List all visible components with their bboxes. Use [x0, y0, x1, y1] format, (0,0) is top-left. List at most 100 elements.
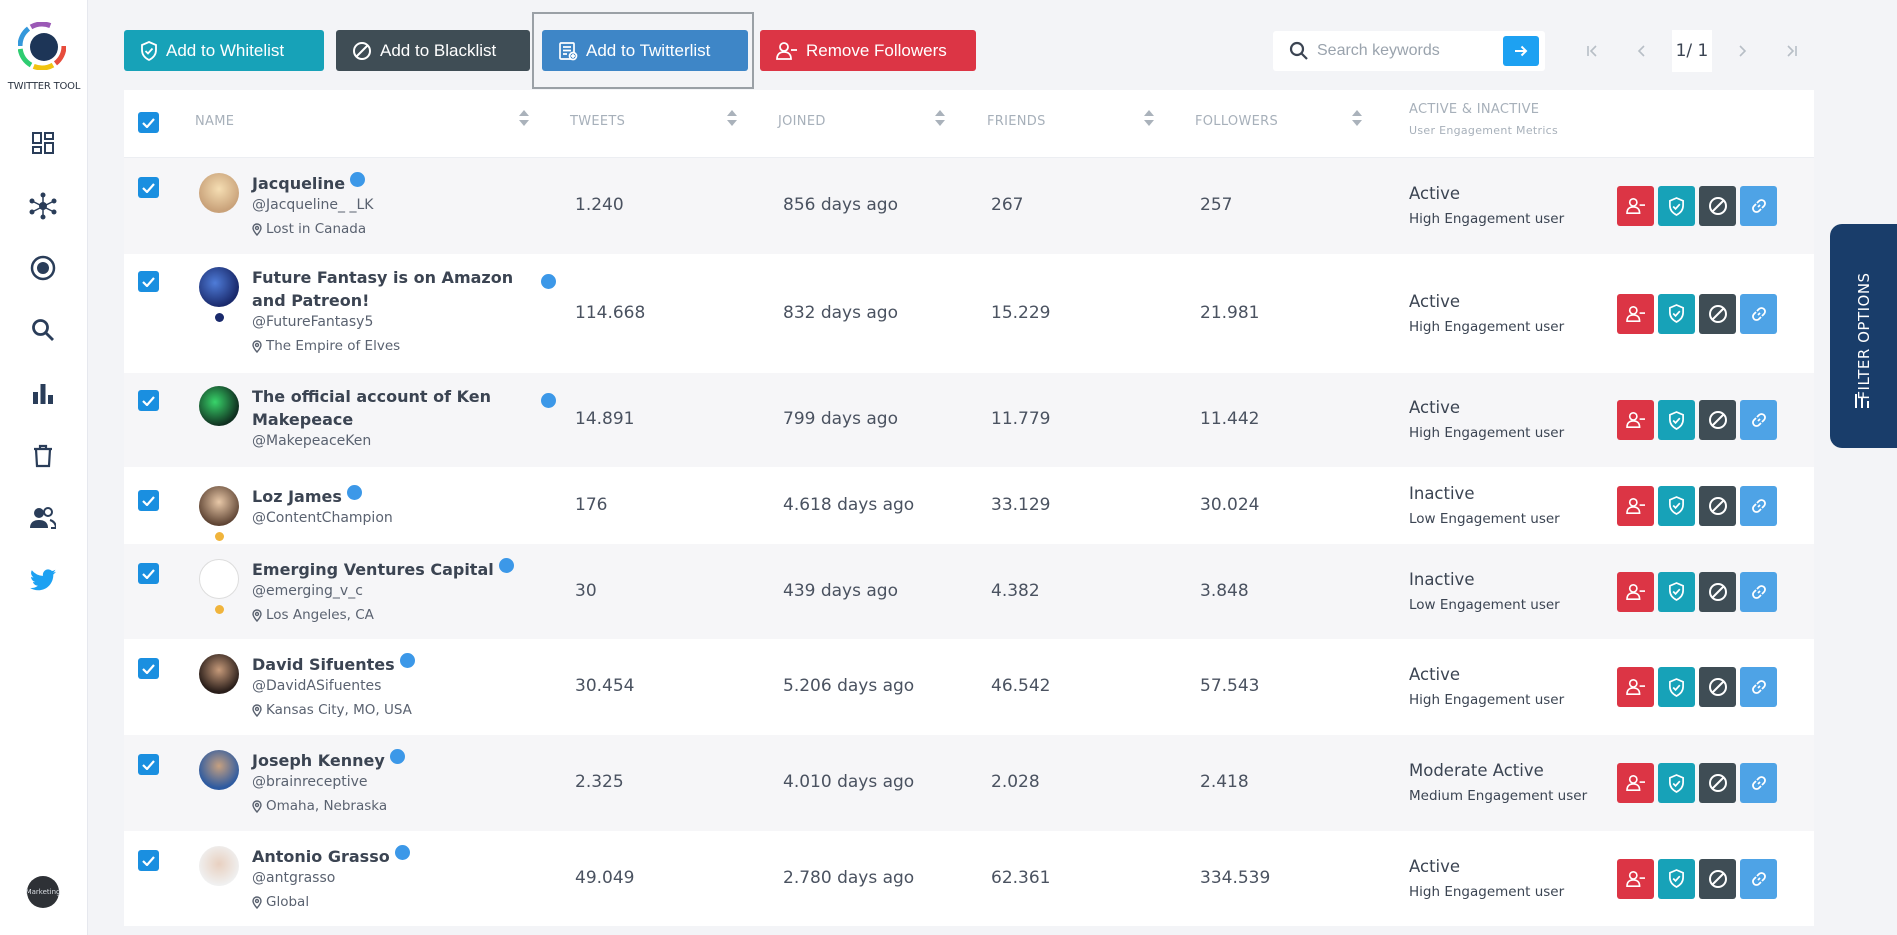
profile-link-button[interactable]: [1740, 186, 1777, 226]
blacklist-button[interactable]: [1699, 667, 1736, 707]
search-icon[interactable]: [26, 313, 60, 347]
row-checkbox[interactable]: [138, 658, 159, 679]
user-handle: @emerging_v_c: [252, 583, 363, 599]
users-icon[interactable]: [26, 501, 60, 535]
whitelist-button[interactable]: [1658, 667, 1695, 707]
search-input[interactable]: [1317, 42, 1507, 60]
first-page-button[interactable]: [1572, 30, 1612, 72]
table-row[interactable]: Future Fantasy is on Amazon and Patreon!…: [124, 254, 1814, 373]
blacklist-button[interactable]: [1699, 186, 1736, 226]
row-checkbox[interactable]: [138, 177, 159, 198]
remove-follower-button[interactable]: [1617, 667, 1654, 707]
row-checkbox[interactable]: [138, 490, 159, 511]
blacklist-button[interactable]: [1699, 485, 1736, 526]
user-remove-icon: [1625, 411, 1645, 429]
profile-link-button[interactable]: [1740, 400, 1777, 440]
sort-followers-icon[interactable]: [1351, 108, 1363, 128]
joined-date: 2.780 days ago: [783, 867, 915, 888]
table-row[interactable]: Joseph Kenney @brainreceptive Omaha, Neb…: [124, 735, 1814, 831]
trash-icon[interactable]: [26, 439, 60, 473]
avatar[interactable]: [199, 173, 239, 213]
filter-options-tab[interactable]: FILTER OPTIONS: [1830, 224, 1897, 448]
network-icon[interactable]: [26, 189, 60, 223]
profile-link-button[interactable]: [1740, 667, 1777, 707]
user-name[interactable]: Future Fantasy is on Amazon and Patreon!: [252, 266, 522, 312]
twitter-icon[interactable]: [26, 563, 60, 597]
remove-follower-button[interactable]: [1617, 293, 1654, 334]
whitelist-button[interactable]: [1658, 858, 1695, 899]
remove-follower-button[interactable]: [1617, 186, 1654, 226]
sort-joined-icon[interactable]: [934, 108, 946, 128]
chart-icon[interactable]: [26, 376, 60, 410]
avatar[interactable]: [199, 486, 239, 526]
whitelist-button[interactable]: [1658, 763, 1695, 803]
remove-followers-button[interactable]: Remove Followers: [760, 30, 976, 71]
table-row[interactable]: Loz James @ContentChampion 176 4.618 day…: [124, 467, 1814, 544]
whitelist-button[interactable]: [1658, 186, 1695, 226]
avatar[interactable]: [199, 386, 239, 426]
whitelist-button[interactable]: [1658, 485, 1695, 526]
row-checkbox[interactable]: [138, 271, 159, 292]
row-checkbox[interactable]: [138, 563, 159, 584]
profile-link-button[interactable]: [1740, 485, 1777, 526]
user-name[interactable]: Emerging Ventures Capital: [252, 558, 552, 581]
profile-link-button[interactable]: [1740, 763, 1777, 803]
whitelist-button[interactable]: [1658, 571, 1695, 612]
filter-icon: [1855, 394, 1869, 408]
whitelist-button[interactable]: [1658, 293, 1695, 334]
blacklist-button[interactable]: [1699, 858, 1736, 899]
row-checkbox[interactable]: [138, 390, 159, 411]
remove-follower-button[interactable]: [1617, 858, 1654, 899]
location-text: Kansas City, MO, USA: [266, 702, 412, 718]
sort-friends-icon[interactable]: [1143, 108, 1155, 128]
search-submit-button[interactable]: [1503, 36, 1539, 66]
avatar[interactable]: [199, 654, 239, 694]
joined-date: 832 days ago: [783, 302, 898, 323]
table-row[interactable]: David Sifuentes @DavidASifuentes Kansas …: [124, 639, 1814, 735]
user-avatar[interactable]: Marketing: [26, 876, 60, 908]
avatar[interactable]: [199, 750, 239, 790]
user-name[interactable]: David Sifuentes: [252, 653, 552, 676]
user-name[interactable]: Antonio Grasso: [252, 845, 552, 868]
blacklist-button[interactable]: [1699, 763, 1736, 803]
remove-follower-button[interactable]: [1617, 763, 1654, 803]
user-location: Lost in Canada: [252, 221, 366, 237]
user-name[interactable]: The official account of Ken Makepeace: [252, 385, 522, 431]
profile-link-button[interactable]: [1740, 571, 1777, 612]
remove-follower-button[interactable]: [1617, 571, 1654, 612]
profile-link-button[interactable]: [1740, 858, 1777, 899]
avatar[interactable]: [199, 267, 239, 307]
add-to-blacklist-button[interactable]: Add to Blacklist: [336, 30, 530, 71]
user-name-text: Future Fantasy is on Amazon and Patreon!: [252, 268, 514, 310]
prev-page-button[interactable]: [1622, 30, 1662, 72]
table-row[interactable]: The official account of Ken Makepeace @M…: [124, 373, 1814, 467]
next-page-button[interactable]: [1722, 30, 1762, 72]
current-page: 1/ 1: [1672, 30, 1712, 72]
blacklist-button[interactable]: [1699, 293, 1736, 334]
sort-tweets-icon[interactable]: [726, 108, 738, 128]
table-row[interactable]: Jacqueline @Jacqueline_ _LK Lost in Cana…: [124, 158, 1814, 254]
table-row[interactable]: Emerging Ventures Capital @emerging_v_c …: [124, 544, 1814, 639]
avatar[interactable]: [199, 559, 239, 599]
remove-follower-button[interactable]: [1617, 485, 1654, 526]
select-all-checkbox[interactable]: [138, 112, 159, 133]
dashboard-icon[interactable]: [26, 126, 60, 160]
remove-follower-button[interactable]: [1617, 400, 1654, 440]
add-to-whitelist-button[interactable]: Add to Whitelist: [124, 30, 324, 71]
avatar[interactable]: [199, 846, 239, 886]
row-checkbox[interactable]: [138, 850, 159, 871]
table-row[interactable]: Antonio Grasso @antgrasso Global 49.049 …: [124, 831, 1814, 926]
add-to-twitterlist-button[interactable]: Add to Twitterlist: [542, 30, 748, 71]
profile-link-button[interactable]: [1740, 293, 1777, 334]
row-checkbox[interactable]: [138, 754, 159, 775]
user-name[interactable]: Jacqueline: [252, 172, 552, 195]
blacklist-button[interactable]: [1699, 571, 1736, 612]
whitelist-button[interactable]: [1658, 400, 1695, 440]
user-name[interactable]: Loz James: [252, 485, 552, 508]
link-icon: [1751, 584, 1766, 599]
user-name[interactable]: Joseph Kenney: [252, 749, 552, 772]
target-icon[interactable]: [26, 251, 60, 285]
sort-name-icon[interactable]: [518, 108, 530, 128]
last-page-button[interactable]: [1772, 30, 1812, 72]
blacklist-button[interactable]: [1699, 400, 1736, 440]
